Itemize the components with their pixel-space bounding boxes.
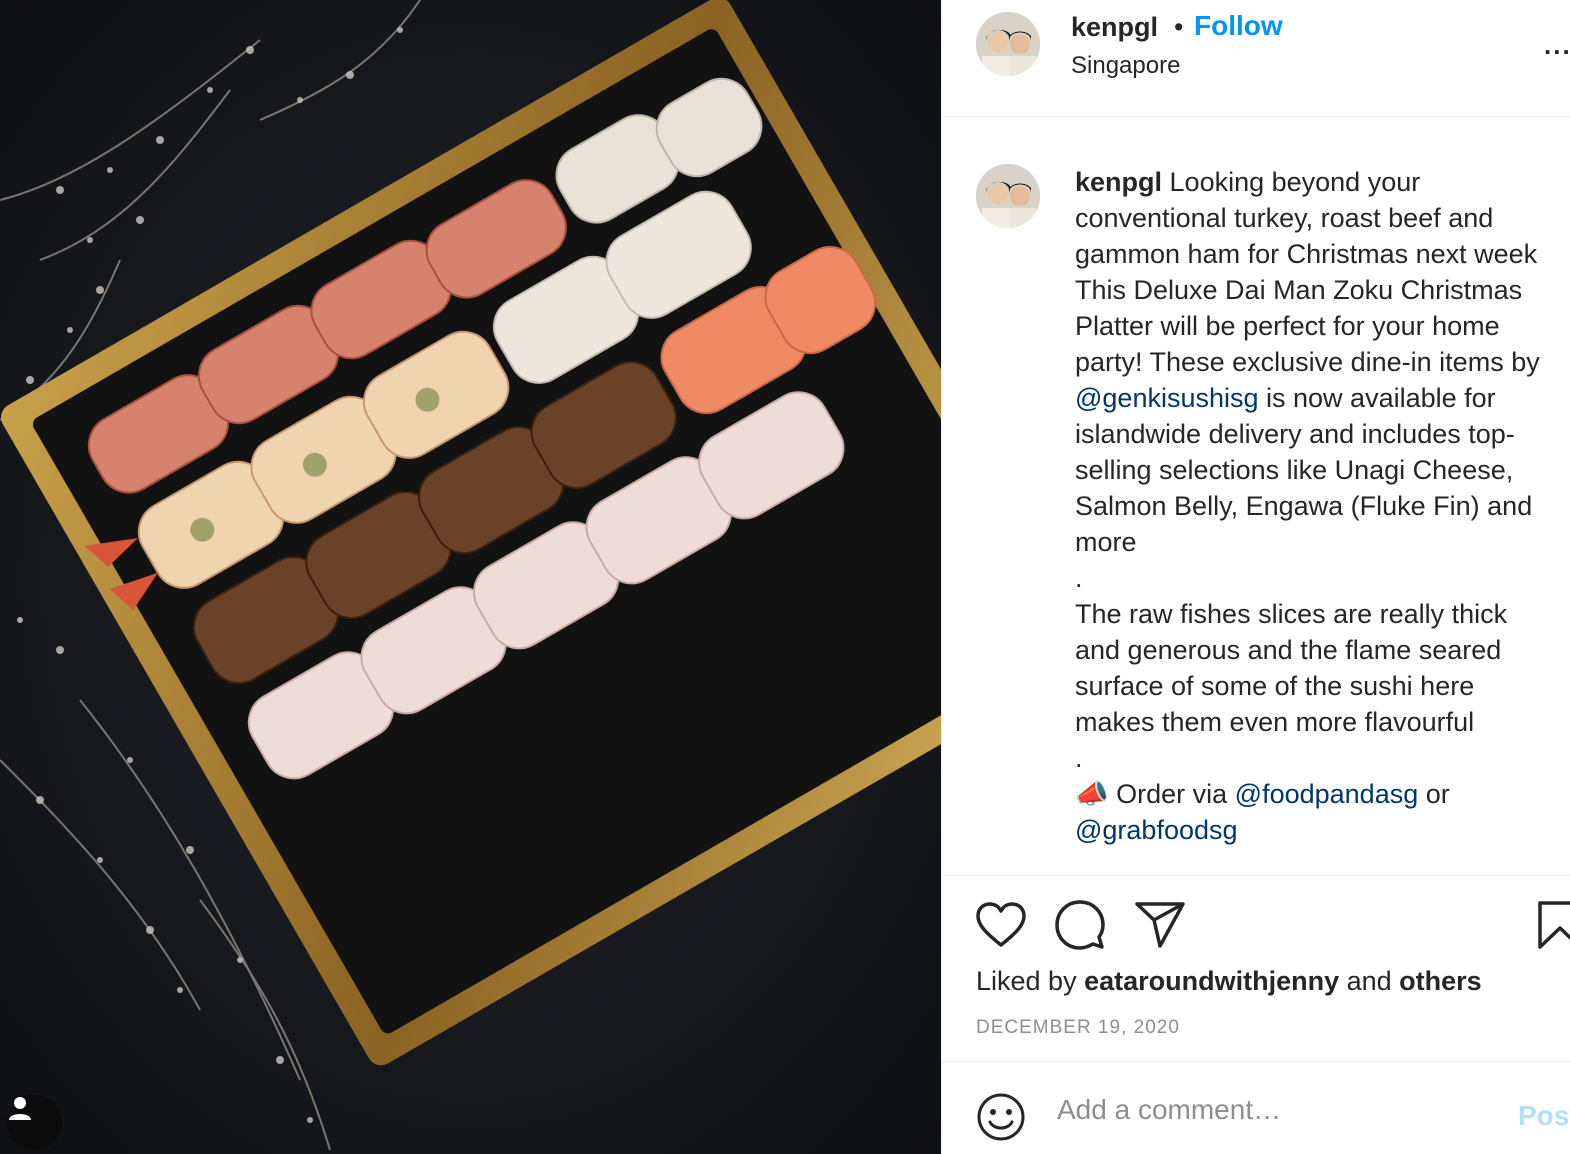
caption-line: selling selections like Unagi Cheese, [1075,455,1514,485]
profile-photo [976,164,1040,228]
caption-avatar[interactable] [976,164,1040,228]
user-tag-icon [9,1097,31,1120]
caption-line: gammon ham for Christmas next week [1075,239,1538,269]
post-actions: Liked by eataroundwithjenny and others D… [942,875,1570,1062]
caption-text: kenpgl Looking beyond your conventional … [1075,164,1570,848]
comment-button[interactable] [1055,900,1105,955]
caption-line: more [1075,527,1137,557]
profile-photo [976,12,1040,76]
liked-by-prefix: Liked by [976,966,1085,996]
post-details-panel: kenpgl • Follow Singapore ... kenpgl Loo [941,0,1570,1154]
comment-bar: Post [942,1062,1570,1154]
post-comment-button[interactable]: Post [1518,1100,1570,1132]
caption-line: makes them even more flavourful [1075,707,1475,737]
comment-bubble-icon [1055,900,1105,950]
post-photo[interactable] [0,0,941,1154]
emoji-button[interactable] [976,1092,1026,1147]
likes-summary: Liked by eataroundwithjenny and others [976,966,1482,997]
follow-button[interactable]: Follow [1194,10,1283,42]
caption-line: surface of some of the sushi here [1075,671,1475,701]
caption-line: or [1418,779,1450,809]
share-button[interactable] [1134,901,1186,954]
sushi-platter-image [0,0,941,1154]
location-link[interactable]: Singapore [1071,52,1180,80]
like-button[interactable] [976,902,1026,953]
caption-line: conventional turkey, roast beef and [1075,203,1494,233]
mention-link[interactable]: @grabfoodsg [1075,815,1238,845]
megaphone-icon: 📣 [1075,779,1109,809]
caption-line: Order via [1108,779,1235,809]
caption-line: Salmon Belly, Engawa (Fluke Fin) and [1075,491,1533,521]
caption-username[interactable]: kenpgl [1075,167,1162,197]
caption-line: and generous and the flame seared [1075,635,1502,665]
caption-line: . [1075,743,1083,773]
caption-line: islandwide delivery and includes top- [1075,419,1515,449]
caption-line: . [1075,563,1083,593]
smiley-icon [977,1093,1025,1141]
mention-link[interactable]: @genkisushisg [1075,383,1259,413]
caption-line: is now available for [1258,383,1496,413]
avatar[interactable] [976,12,1040,76]
post-date[interactable]: DECEMBER 19, 2020 [976,1017,1180,1039]
more-options-icon[interactable]: ... [1544,30,1570,61]
liked-by-others-link[interactable]: others [1399,966,1482,996]
caption-line: The raw fishes slices are really thick [1075,599,1508,629]
caption-section: kenpgl Looking beyond your conventional … [942,117,1570,875]
liked-by-mid: and [1339,966,1400,996]
caption-line: Platter will be perfect for your home [1075,311,1500,341]
author-username[interactable]: kenpgl [1071,12,1158,43]
liked-by-user-link[interactable]: eataroundwithjenny [1084,966,1339,996]
paper-plane-icon [1135,902,1185,948]
comment-input[interactable] [1055,1090,1509,1130]
bookmark-icon [1538,901,1570,949]
user-tag-button[interactable] [7,1095,62,1150]
instagram-post: kenpgl • Follow Singapore ... kenpgl Loo [0,0,1570,1154]
caption-line: party! These exclusive dine-in items by [1075,347,1540,377]
save-button[interactable] [1536,900,1570,955]
caption-line: Looking beyond your [1169,167,1421,197]
post-header: kenpgl • Follow Singapore ... [942,0,1570,117]
separator-dot: • [1174,12,1184,42]
caption-line: This Deluxe Dai Man Zoku Christmas [1075,275,1523,305]
heart-icon [976,902,1026,947]
mention-link[interactable]: @foodpandasg [1235,779,1419,809]
